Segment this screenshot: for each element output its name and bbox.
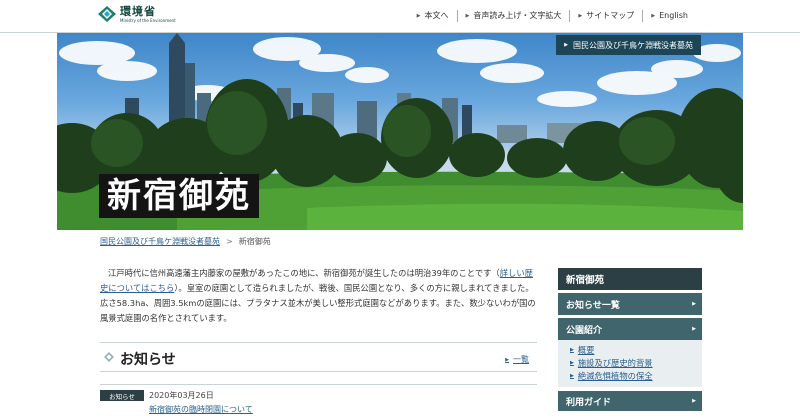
sidebar: 新宿御苑 お知らせ一覧 ▶ 公園紹介 ▶ ▶ 概要 ▶ 施設及び歴史的背景 ▶ 絶滅危… xyxy=(558,268,702,411)
divider xyxy=(100,384,537,385)
arrow-right-icon: ▶ xyxy=(570,373,574,379)
arrow-right-icon: ▶ xyxy=(564,42,568,48)
news-title: お知らせ xyxy=(120,352,176,368)
news-all-link[interactable]: ▶ 一覧 xyxy=(505,354,529,365)
arrow-right-icon: ▶ xyxy=(416,13,421,19)
sidebar-item-news-list[interactable]: お知らせ一覧 ▶ xyxy=(558,293,702,315)
sidebar-heading: 新宿御苑 xyxy=(558,268,702,290)
breadcrumb: 国民公園及び千鳥ケ淵戦没者墓苑 > 新宿御苑 xyxy=(100,236,271,247)
news-category-badge: お知らせ xyxy=(100,390,144,401)
hero-banner: ▶ 国民公園及び千鳥ケ淵戦没者墓苑 新宿御苑 xyxy=(57,33,743,230)
logo-name-en: Ministry of the Environment xyxy=(120,18,176,23)
site-logo[interactable]: 環境省 Ministry of the Environment xyxy=(98,6,176,23)
sidebar-link-history[interactable]: ▶ 施設及び歴史的背景 xyxy=(570,357,694,370)
breadcrumb-separator: > xyxy=(226,237,233,246)
sidebar-link-endangered-plants[interactable]: ▶ 絶滅危惧植物の保全 xyxy=(570,370,694,383)
sidebar-item-park-intro[interactable]: 公園紹介 ▶ xyxy=(558,318,702,340)
sitemap-link[interactable]: ▶ サイトマップ xyxy=(569,10,642,22)
arrow-right-icon: ▶ xyxy=(692,326,696,332)
arrow-right-icon: ▶ xyxy=(570,347,574,353)
arrow-right-icon: ▶ xyxy=(692,301,696,307)
page-title: 新宿御苑 xyxy=(99,174,259,218)
arrow-right-icon: ▶ xyxy=(570,360,574,366)
sidebar-sublist: ▶ 概要 ▶ 施設及び歴史的背景 ▶ 絶滅危惧植物の保全 xyxy=(558,340,702,387)
arrow-right-icon: ▶ xyxy=(465,13,470,19)
site-header: 環境省 Ministry of the Environment ▶ 本文へ ▶ 音声… xyxy=(0,0,800,33)
arrow-right-icon: ▶ xyxy=(505,356,509,363)
moe-logo-icon xyxy=(98,6,116,22)
news-section-header: お知らせ ▶ 一覧 xyxy=(100,342,537,372)
sidebar-item-usage-guide[interactable]: 利用ガイド ▶ xyxy=(558,391,702,411)
national-parks-button[interactable]: ▶ 国民公園及び千鳥ケ淵戦没者墓苑 xyxy=(556,35,701,55)
accessibility-link[interactable]: ▶ 音声読み上げ・文字拡大 xyxy=(456,10,570,22)
arrow-right-icon: ▶ xyxy=(692,398,696,404)
skip-to-content-link[interactable]: ▶ 本文へ xyxy=(409,10,457,22)
breadcrumb-parent-link[interactable]: 国民公園及び千鳥ケ淵戦没者墓苑 xyxy=(100,236,220,247)
arrow-right-icon: ▶ xyxy=(578,13,583,19)
news-date: 2020年03月26日 xyxy=(149,391,214,400)
diamond-icon xyxy=(104,352,114,362)
logo-name-jp: 環境省 xyxy=(120,5,156,18)
utility-nav: ▶ 本文へ ▶ 音声読み上げ・文字拡大 ▶ サイトマップ ▶ English xyxy=(409,10,696,22)
arrow-right-icon: ▶ xyxy=(651,13,656,19)
english-link[interactable]: ▶ English xyxy=(642,10,696,22)
news-item-link[interactable]: 新宿御苑の臨時閉園について xyxy=(149,404,253,415)
sidebar-link-overview[interactable]: ▶ 概要 xyxy=(570,344,694,357)
intro-paragraph: 江戸時代に信州高遠藩主内藤家の屋敷があったこの地に、新宿御苑が誕生したのは明治3… xyxy=(100,268,536,323)
breadcrumb-current: 新宿御苑 xyxy=(238,237,271,246)
